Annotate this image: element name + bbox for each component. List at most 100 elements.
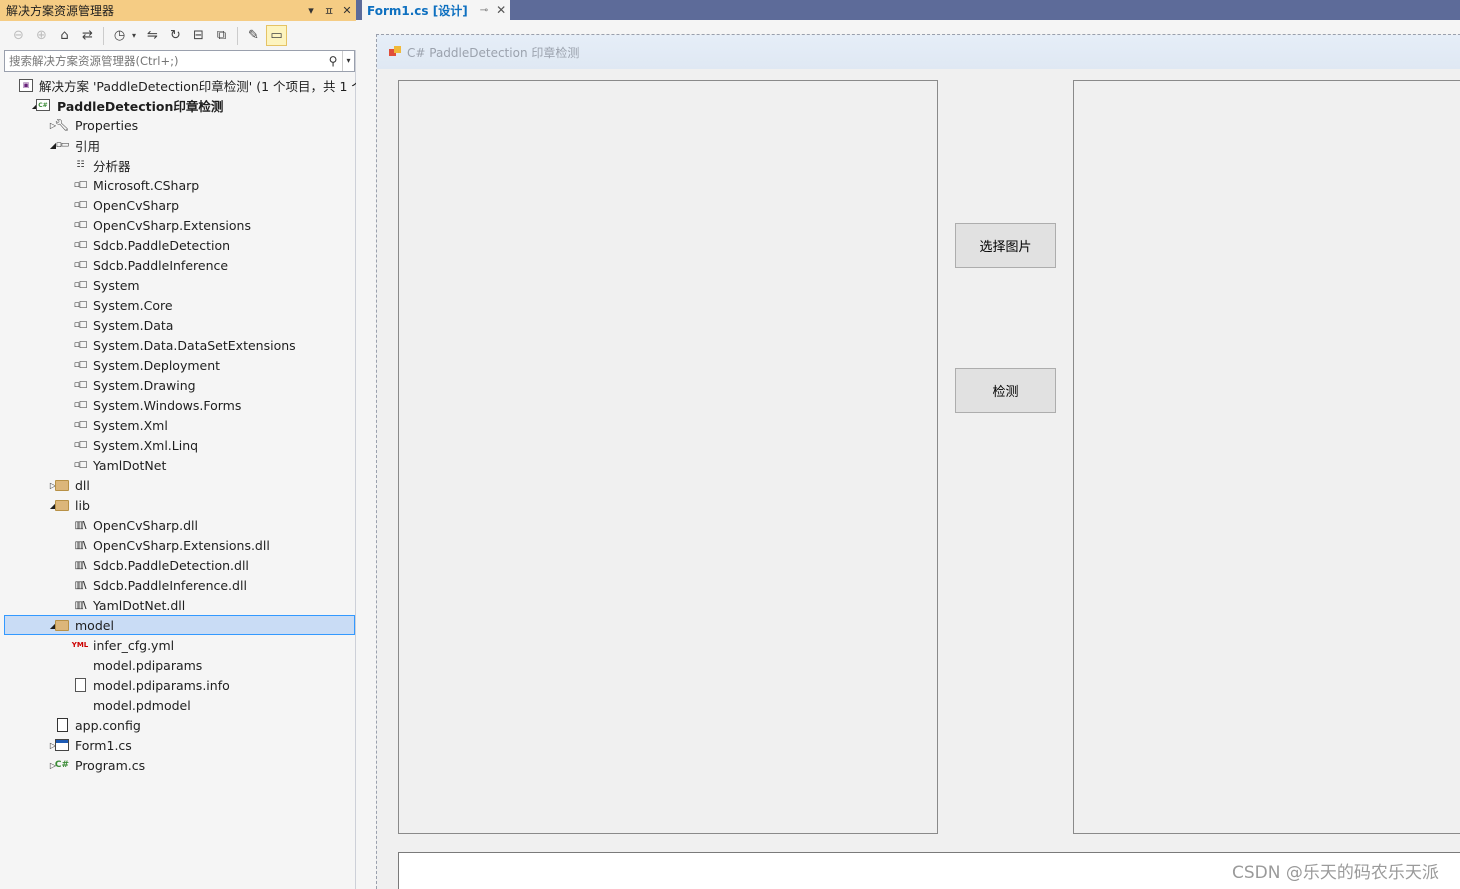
- tree-item[interactable]: ▣ 解决方案 'PaddleDetection印章检测' (1 个项目，共 1 个…: [4, 75, 369, 95]
- detect-button[interactable]: 检测: [955, 368, 1056, 413]
- tree-item[interactable]: ▫□ YamlDotNet: [4, 455, 355, 475]
- tree-item-label: OpenCvSharp: [93, 197, 180, 213]
- references-icon: ▫▭: [55, 140, 70, 150]
- tree-item-label: lib: [75, 497, 90, 513]
- solution-explorer-search[interactable]: ⚲ ▾: [4, 50, 355, 72]
- tree-item[interactable]: ▫□ Microsoft.CSharp: [4, 175, 355, 195]
- tree-item-label: Sdcb.PaddleDetection.dll: [93, 557, 249, 573]
- form-title-bar: C# PaddleDetection 印章检测: [377, 35, 1460, 69]
- window-position-dropdown-icon[interactable]: ▾: [302, 4, 320, 17]
- tree-item-label: Sdcb.PaddleInference: [93, 257, 229, 273]
- reference-icon: ▫□: [73, 400, 88, 410]
- tree-item-label: infer_cfg.yml: [93, 637, 175, 653]
- tab-form1-design[interactable]: Form1.cs [设计] ⊸ ✕: [362, 0, 510, 20]
- reference-icon: ▫□: [73, 200, 88, 210]
- tree-item[interactable]: ▫□ System: [4, 275, 355, 295]
- tree-item[interactable]: ◢ model: [4, 615, 355, 635]
- tree-item-label: OpenCvSharp.Extensions.dll: [93, 537, 270, 553]
- select-image-button[interactable]: 选择图片: [955, 223, 1056, 268]
- tree-item-label: System.Data: [93, 317, 174, 333]
- preview-selected-items-icon[interactable]: ▭: [266, 25, 287, 46]
- tree-item[interactable]: ▫□ System.Xml.Linq: [4, 435, 355, 455]
- tree-item[interactable]: ▫□ System.Xml: [4, 415, 355, 435]
- form-icon: [54, 737, 70, 753]
- tree-item[interactable]: YML infer_cfg.yml: [4, 635, 355, 655]
- tree-item-label: Sdcb.PaddleDetection: [93, 237, 231, 253]
- tree-item[interactable]: model.pdiparams.info: [4, 675, 355, 695]
- tree-item-label: app.config: [75, 717, 141, 733]
- tree-item-label: 分析器: [93, 158, 131, 174]
- tree-item-label: 解决方案 'PaddleDetection印章检测' (1 个项目，共 1 个): [39, 78, 369, 94]
- tree-item[interactable]: ▫□ OpenCvSharp: [4, 195, 355, 215]
- reference-icon: ▫□: [73, 220, 88, 230]
- sync-with-active-document-icon[interactable]: ⇋: [142, 25, 163, 46]
- tree-item[interactable]: ▥\ Sdcb.PaddleDetection.dll: [4, 555, 355, 575]
- switch-views-icon[interactable]: ⇄: [77, 25, 98, 46]
- tree-item[interactable]: ▥\ OpenCvSharp.Extensions.dll: [4, 535, 355, 555]
- reference-icon: ▫□: [73, 180, 88, 190]
- search-icon[interactable]: ⚲: [324, 54, 342, 68]
- tree-item[interactable]: app.config: [4, 715, 355, 735]
- tree-item-label: model.pdiparams: [93, 657, 203, 673]
- tree-item[interactable]: ▷ Form1.cs: [4, 735, 355, 755]
- search-input[interactable]: [5, 52, 324, 70]
- tree-item[interactable]: ◢ ▫▭ 引用: [4, 135, 355, 155]
- tree-item-label: dll: [75, 477, 90, 493]
- home-icon[interactable]: ⌂: [54, 25, 75, 46]
- tree-item[interactable]: ▥\ OpenCvSharp.dll: [4, 515, 355, 535]
- tree-item[interactable]: ◢ C# PaddleDetection印章检测: [4, 95, 355, 115]
- tree-item[interactable]: ▷ dll: [4, 475, 355, 495]
- toolbar-separator: [103, 26, 104, 45]
- csharp-project-icon: C#: [35, 97, 51, 113]
- tree-item[interactable]: ▷ C# Program.cs: [4, 755, 355, 775]
- tree-item-label: System.Deployment: [93, 357, 221, 373]
- solution-explorer-toolbar: ⊖ ⊕ ⌂ ⇄ ◷ ▾ ⇋ ↻ ⊟ ⧉ ✎ ▭: [0, 21, 356, 50]
- chevron-down-icon[interactable]: ▾: [132, 31, 140, 40]
- tree-item[interactable]: ▫□ System.Data.DataSetExtensions: [4, 335, 355, 355]
- reference-icon: ▫□: [73, 420, 88, 430]
- tab-pin-icon[interactable]: ⊸: [480, 5, 488, 16]
- source-picture-box[interactable]: [398, 80, 938, 834]
- tree-item[interactable]: ◢ lib: [4, 495, 355, 515]
- result-picture-box[interactable]: [1073, 80, 1460, 834]
- tree-item-label: System.Drawing: [93, 377, 196, 393]
- tab-label: Form1.cs [设计]: [367, 3, 468, 18]
- tree-item[interactable]: ▫□ Sdcb.PaddleInference: [4, 255, 355, 275]
- collapse-all-icon[interactable]: ⊟: [188, 25, 209, 46]
- search-options-dropdown-icon[interactable]: ▾: [342, 51, 354, 71]
- tree-item-label: Program.cs: [75, 757, 146, 773]
- forward-icon[interactable]: ⊕: [31, 25, 52, 46]
- tree-item[interactable]: ▥\ Sdcb.PaddleInference.dll: [4, 575, 355, 595]
- tree-item-label: PaddleDetection印章检测: [57, 98, 224, 114]
- form-title: C# PaddleDetection 印章检测: [407, 45, 580, 60]
- tree-item[interactable]: ▫□ System.Drawing: [4, 375, 355, 395]
- tree-item[interactable]: model.pdmodel: [4, 695, 355, 715]
- tree-item[interactable]: ▫□ System.Windows.Forms: [4, 395, 355, 415]
- tree-item[interactable]: ☷ 分析器: [4, 155, 355, 175]
- document-area: Form1.cs [设计] ⊸ ✕ C# PaddleDetection 印章检…: [356, 0, 1460, 889]
- pending-changes-filter-icon[interactable]: ◷: [109, 25, 130, 46]
- tree-item[interactable]: ▷ 🔧︎ Properties: [4, 115, 355, 135]
- properties-wrench-icon[interactable]: ✎: [243, 25, 264, 46]
- designed-form[interactable]: C# PaddleDetection 印章检测 选择图片 检测: [376, 34, 1460, 889]
- tree-item[interactable]: ▥\ YamlDotNet.dll: [4, 595, 355, 615]
- pin-icon[interactable]: ㅍ: [320, 3, 338, 19]
- tree-item-label: model: [75, 617, 114, 633]
- tree-item[interactable]: model.pdiparams: [4, 655, 355, 675]
- document-tab-bar: Form1.cs [设计] ⊸ ✕: [356, 0, 1460, 20]
- back-icon[interactable]: ⊖: [8, 25, 29, 46]
- reference-icon: ▫□: [73, 460, 88, 470]
- watermark: CSDN @乐天的码农乐天派: [1232, 863, 1439, 883]
- tree-item[interactable]: ▫□ System.Deployment: [4, 355, 355, 375]
- form-icon: [389, 46, 402, 58]
- tree-item[interactable]: ▫□ System.Data: [4, 315, 355, 335]
- tree-item[interactable]: ▫□ OpenCvSharp.Extensions: [4, 215, 355, 235]
- tree-item[interactable]: ▫□ Sdcb.PaddleDetection: [4, 235, 355, 255]
- close-icon[interactable]: ✕: [338, 4, 356, 17]
- library-icon: ▥\: [74, 559, 86, 571]
- tab-close-icon[interactable]: ✕: [496, 3, 506, 17]
- refresh-icon[interactable]: ↻: [165, 25, 186, 46]
- tree-item[interactable]: ▫□ System.Core: [4, 295, 355, 315]
- show-all-files-icon[interactable]: ⧉: [211, 25, 232, 46]
- visual-studio-window: 解决方案资源管理器 ▾ ㅍ ✕ ⊖ ⊕ ⌂ ⇄ ◷ ▾ ⇋ ↻ ⊟ ⧉ ✎ ▭ …: [0, 0, 1460, 889]
